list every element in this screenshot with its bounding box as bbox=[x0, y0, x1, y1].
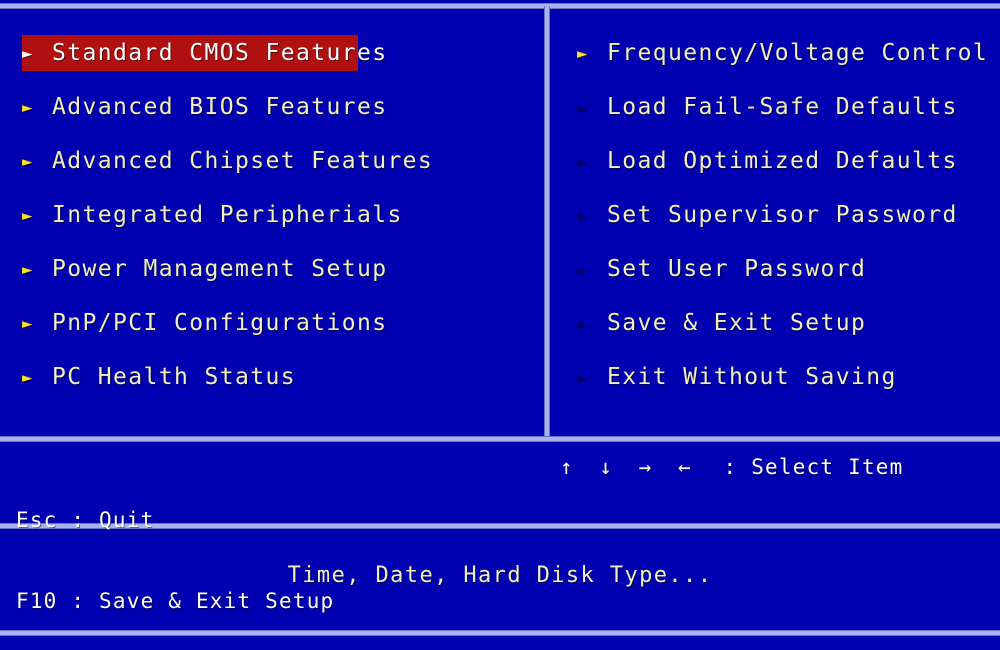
submenu-arrow-icon: ► bbox=[22, 152, 34, 172]
submenu-arrow-icon: ► bbox=[577, 206, 589, 226]
menu-item-right-5[interactable]: ► Save & Exit Setup bbox=[545, 296, 1000, 350]
submenu-arrow-icon: ► bbox=[22, 314, 34, 334]
key-help-save-exit: F10 : Save & Exit Setup bbox=[16, 589, 335, 613]
menu-item-right-2[interactable]: ► Load Optimized Defaults bbox=[545, 134, 1000, 188]
select-item-label: : Select Item bbox=[723, 455, 904, 479]
menu-item-label: Integrated Peripherials bbox=[52, 202, 403, 228]
submenu-arrow-icon: ► bbox=[577, 98, 589, 118]
menu-item-left-0[interactable]: ► Standard CMOS Features bbox=[0, 26, 545, 80]
top-border-rule bbox=[0, 4, 1000, 8]
submenu-arrow-icon: ► bbox=[577, 260, 589, 280]
submenu-arrow-icon: ► bbox=[577, 314, 589, 334]
menu-item-right-3[interactable]: ► Set Supervisor Password bbox=[545, 188, 1000, 242]
menu-right-column: ► Frequency/Voltage Control ► Load Fail-Saf… bbox=[545, 26, 1000, 404]
menu-item-left-5[interactable]: ► PnP/PCI Configurations bbox=[0, 296, 545, 350]
menu-item-label: Exit Without Saving bbox=[607, 364, 897, 390]
menu-item-left-4[interactable]: ► Power Management Setup bbox=[0, 242, 545, 296]
submenu-arrow-icon: ► bbox=[22, 206, 34, 226]
menu-item-right-1[interactable]: ► Load Fail-Safe Defaults bbox=[545, 80, 1000, 134]
menu-item-label: Advanced BIOS Features bbox=[52, 94, 388, 120]
menu-item-label: Frequency/Voltage Control bbox=[607, 40, 989, 66]
menu-item-label: Power Management Setup bbox=[52, 256, 388, 282]
menu-item-label: Save & Exit Setup bbox=[607, 310, 867, 336]
arrow-keys-icon: ↑ ↓ → ← bbox=[560, 455, 698, 479]
menu-bottom-rule bbox=[0, 437, 1000, 441]
menu-item-left-2[interactable]: ► Advanced Chipset Features bbox=[0, 134, 545, 188]
menu-item-label: PnP/PCI Configurations bbox=[52, 310, 388, 336]
menu-item-label: PC Health Status bbox=[52, 364, 296, 390]
menu-item-label: Load Optimized Defaults bbox=[607, 148, 958, 174]
menu-item-label: Set Supervisor Password bbox=[607, 202, 958, 228]
bios-setup-screen: ► Standard CMOS Features ► Advanced BIOS Fe… bbox=[0, 0, 1000, 650]
key-help-left: Esc : Quit F10 : Save & Exit Setup bbox=[16, 453, 334, 650]
menu-item-label: Set User Password bbox=[607, 256, 867, 282]
key-help-quit: Esc : Quit bbox=[16, 508, 155, 532]
menu-item-right-6[interactable]: ► Exit Without Saving bbox=[545, 350, 1000, 404]
submenu-arrow-icon: ► bbox=[22, 260, 34, 280]
menu-item-label: Advanced Chipset Features bbox=[52, 148, 434, 174]
menu-item-left-1[interactable]: ► Advanced BIOS Features bbox=[0, 80, 545, 134]
submenu-arrow-icon: ► bbox=[22, 368, 34, 388]
menu-left-column: ► Standard CMOS Features ► Advanced BIOS Fe… bbox=[0, 26, 545, 404]
submenu-arrow-icon: ► bbox=[22, 44, 34, 64]
submenu-arrow-icon: ► bbox=[22, 98, 34, 118]
hint-line: Time, Date, Hard Disk Type... bbox=[287, 563, 713, 588]
submenu-arrow-icon: ► bbox=[577, 44, 589, 64]
menu-item-right-0[interactable]: ► Frequency/Voltage Control bbox=[545, 26, 1000, 80]
menu-item-left-3[interactable]: ► Integrated Peripherials bbox=[0, 188, 545, 242]
menu-item-left-6[interactable]: ► PC Health Status bbox=[0, 350, 545, 404]
submenu-arrow-icon: ► bbox=[577, 152, 589, 172]
submenu-arrow-icon: ► bbox=[577, 368, 589, 388]
key-help-right: ↑ ↓ → ← : Select Item bbox=[560, 455, 903, 479]
menu-item-label: Load Fail-Safe Defaults bbox=[607, 94, 958, 120]
menu-item-label: Standard CMOS Features bbox=[52, 40, 388, 66]
menu-item-right-4[interactable]: ► Set User Password bbox=[545, 242, 1000, 296]
